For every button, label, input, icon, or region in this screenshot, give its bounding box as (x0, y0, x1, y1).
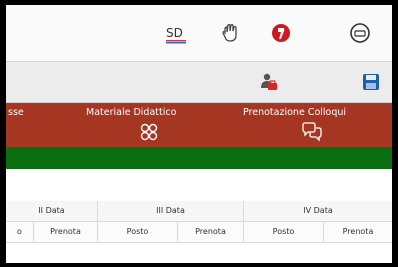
header-date-2: II Data (6, 201, 98, 221)
exit-icon[interactable] (348, 21, 372, 45)
status-bar (6, 147, 392, 169)
bookings-table: II Data III Data IV Data o Prenota Posto… (6, 201, 392, 263)
nav-item-label: Materiale Didattico (86, 107, 177, 118)
content-area (6, 169, 392, 202)
sd-logo-icon[interactable]: SD (164, 21, 188, 45)
save-icon[interactable] (362, 73, 380, 91)
hand-icon[interactable] (219, 21, 243, 45)
conversation-icon (301, 122, 323, 146)
materials-icon (139, 122, 159, 146)
subheader-cell: Prenota (178, 222, 244, 242)
subheader-cell: Prenota (342, 227, 374, 236)
sd-logo-text: SD (166, 26, 183, 40)
table-row (6, 243, 392, 263)
top-bar: SD (6, 5, 392, 62)
header-date-3: III Data (98, 201, 244, 221)
subheader-cell: o (6, 222, 34, 242)
subheader-cell: Posto (98, 222, 178, 242)
nav-item-label: Prenotazione Colloqui (243, 107, 347, 118)
nav-item-partial-label[interactable]: sse (8, 107, 24, 118)
header-date-4: IV Data (303, 206, 333, 215)
users-icon[interactable] (258, 71, 280, 93)
subheader-cell: Prenota (34, 222, 98, 242)
nav-bar: sse Materiale Didattico Prenotazione Col… (6, 103, 392, 147)
table-header-columns: o Prenota Posto Prenota Posto Prenota (6, 222, 392, 243)
screen: SD sse Materiale Didattico Prenotazione … (6, 5, 392, 263)
table-header-dates: II Data III Data IV Data (6, 201, 392, 222)
toolbar (6, 62, 392, 103)
subheader-cell: Posto (244, 222, 324, 242)
red-badge-icon[interactable] (269, 21, 293, 45)
